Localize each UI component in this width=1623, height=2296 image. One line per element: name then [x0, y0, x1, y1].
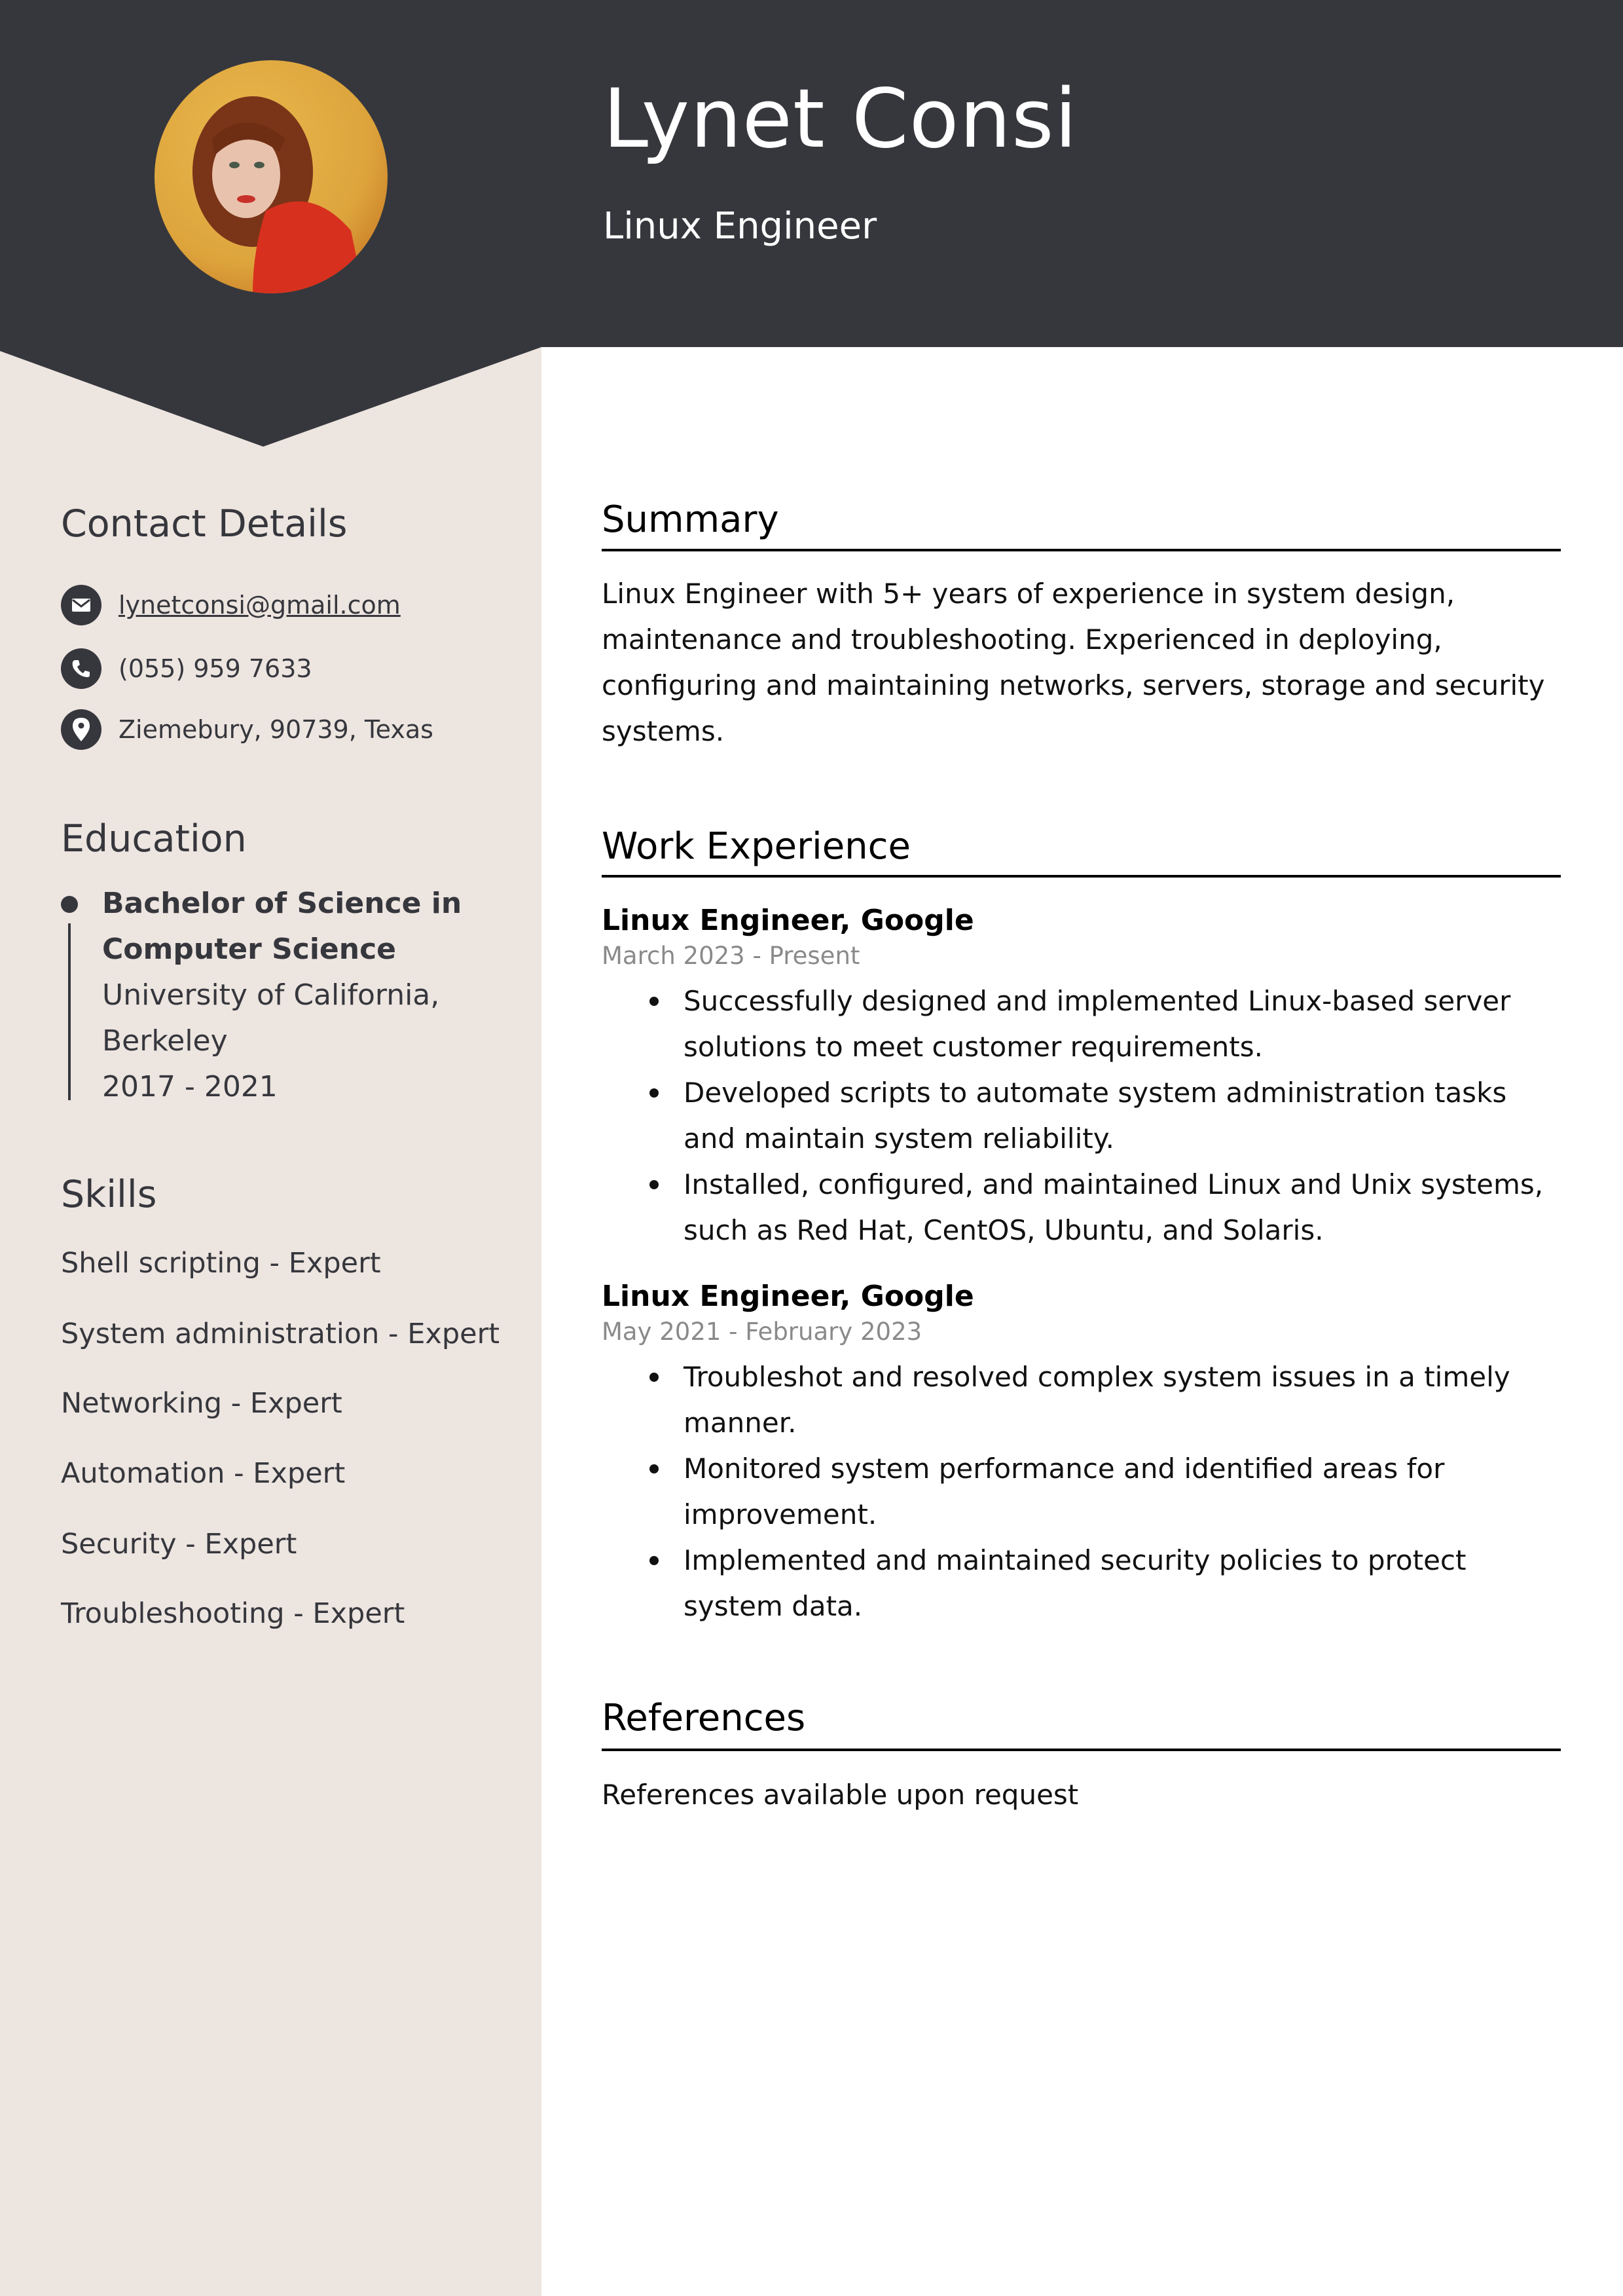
- contact-phone: (055) 959 7633: [61, 648, 312, 689]
- bullet-dot: [649, 1464, 659, 1473]
- timeline-line: [68, 923, 71, 1100]
- references-divider: [602, 1749, 1561, 1751]
- contact-email[interactable]: lynetconsi@gmail.com: [61, 585, 401, 625]
- summary-heading: Summary: [602, 498, 779, 541]
- job-dates: May 2021 - February 2023: [602, 1318, 922, 1346]
- references-heading: References: [602, 1697, 806, 1739]
- job-bullets: Troubleshot and resolved complex system …: [602, 1354, 1561, 1629]
- skill-item: Shell scripting - Expert: [61, 1247, 381, 1280]
- job-title: Linux Engineer, Google: [602, 904, 974, 937]
- education-heading: Education: [61, 817, 247, 861]
- skill-item: Automation - Expert: [61, 1457, 346, 1490]
- job-bullet: Installed, configured, and maintained Li…: [602, 1162, 1561, 1253]
- bullet-dot: [649, 1556, 659, 1565]
- job-title: Linux Engineer, Google: [602, 1280, 974, 1313]
- bullet-dot: [649, 1373, 659, 1382]
- degree-line-1: Bachelor of Science in: [102, 887, 462, 920]
- contact-heading: Contact Details: [61, 502, 348, 546]
- job-bullet: Troubleshot and resolved complex system …: [602, 1354, 1561, 1446]
- phone-icon: [61, 648, 101, 689]
- summary-divider: [602, 549, 1561, 551]
- bullet-text: Troubleshot and resolved complex system …: [684, 1361, 1510, 1439]
- work-heading: Work Experience: [602, 825, 911, 868]
- bullet-dot: [649, 997, 659, 1006]
- job-bullet: Implemented and maintained security poli…: [602, 1538, 1561, 1629]
- degree-line-2: Computer Science: [102, 933, 397, 966]
- skill-item: System administration - Expert: [61, 1318, 500, 1350]
- summary-text: Linux Engineer with 5+ years of experien…: [602, 578, 1545, 747]
- bullet-text: Monitored system performance and identif…: [684, 1453, 1445, 1530]
- phone-number: (055) 959 7633: [119, 654, 312, 683]
- skills-heading: Skills: [61, 1173, 157, 1216]
- bullet-dot: [649, 1180, 659, 1189]
- job-bullet: Developed scripts to automate system adm…: [602, 1070, 1561, 1162]
- candidate-name: Lynet Consi: [603, 72, 1078, 166]
- location-pin-icon: [61, 709, 101, 750]
- school-line-2: Berkeley: [102, 1024, 228, 1058]
- bullet-dot: [649, 1088, 659, 1098]
- skill-item: Troubleshooting - Expert: [61, 1597, 405, 1630]
- bullet-text: Installed, configured, and maintained Li…: [684, 1168, 1544, 1246]
- job-bullet: Successfully designed and implemented Li…: [602, 978, 1561, 1070]
- job-dates: March 2023 - Present: [602, 942, 860, 970]
- email-link[interactable]: lynetconsi@gmail.com: [119, 591, 401, 620]
- bullet-text: Implemented and maintained security poli…: [684, 1544, 1467, 1622]
- school-line-1: University of California,: [102, 978, 440, 1012]
- education-years: 2017 - 2021: [102, 1070, 278, 1103]
- candidate-title: Linux Engineer: [603, 205, 877, 248]
- bullet-text: Successfully designed and implemented Li…: [684, 985, 1511, 1063]
- profile-photo: [155, 60, 388, 293]
- contact-location: Ziemebury, 90739, Texas: [61, 709, 433, 750]
- work-divider: [602, 875, 1561, 878]
- skill-item: Security - Expert: [61, 1528, 297, 1561]
- bullet-text: Developed scripts to automate system adm…: [684, 1077, 1507, 1155]
- envelope-icon: [61, 585, 101, 625]
- job-bullet: Monitored system performance and identif…: [602, 1446, 1561, 1538]
- timeline-dot: [61, 896, 78, 913]
- references-text: References available upon request: [602, 1779, 1079, 1811]
- skill-item: Networking - Expert: [61, 1387, 342, 1420]
- job-bullets: Successfully designed and implemented Li…: [602, 978, 1561, 1253]
- location-text: Ziemebury, 90739, Texas: [119, 715, 433, 744]
